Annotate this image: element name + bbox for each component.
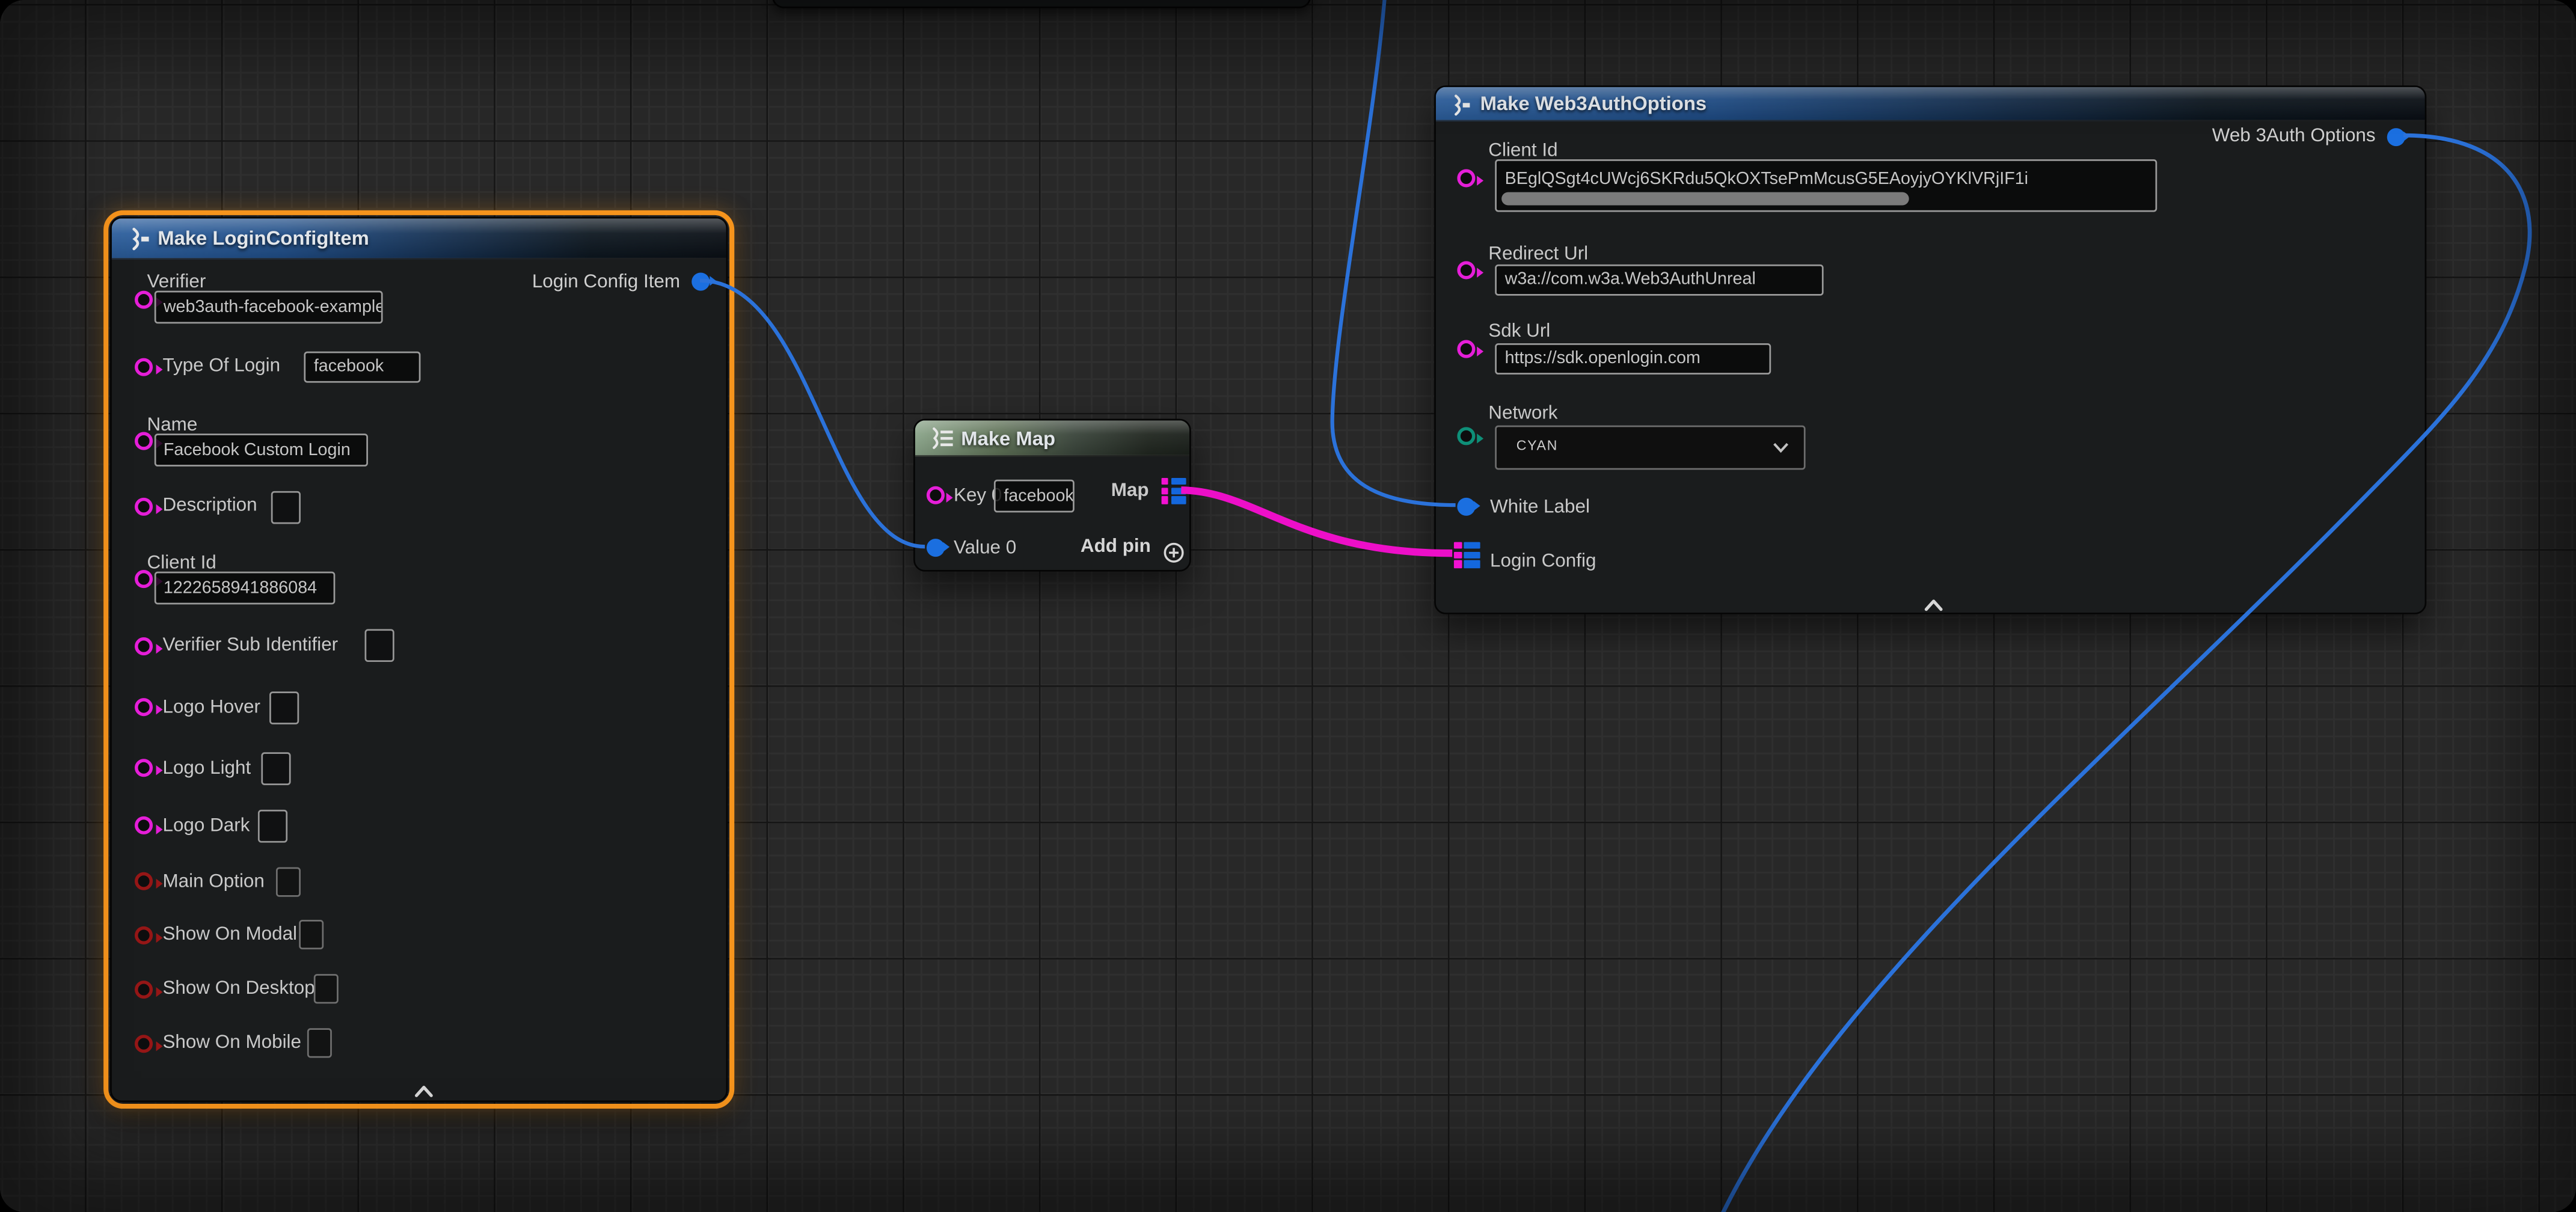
pin-label-main-option: Main Option [162, 871, 264, 891]
checkbox-show-on-desktop[interactable] [314, 974, 339, 1003]
field-name[interactable]: Facebook Custom Login [153, 433, 367, 467]
pin-client-id[interactable] [1456, 168, 1474, 186]
offscreen-node-bottom-edge[interactable] [772, 0, 1311, 8]
pin-label-verifier-sub-identifier: Verifier Sub Identifier [162, 636, 338, 656]
pin-label-type-of-login: Type Of Login [162, 357, 280, 376]
field-verifier[interactable]: web3auth-facebook-example [153, 291, 382, 324]
network-dropdown[interactable]: CYAN [1495, 426, 1805, 470]
node-header[interactable]: Make Web3AuthOptions [1436, 87, 2425, 121]
pin-redirect-url[interactable] [1456, 260, 1474, 278]
output-pin-login-config-item[interactable] [692, 273, 710, 291]
pin-show-on-mobile[interactable] [135, 1034, 153, 1052]
field-description-empty[interactable] [271, 491, 301, 524]
pin-show-on-modal[interactable] [135, 926, 153, 944]
pin-logo-light[interactable] [135, 759, 153, 777]
checkbox-main-option[interactable] [276, 866, 301, 896]
node-make-map[interactable]: Make Map Key 0 facebook Value 0 Map Add … [913, 419, 1191, 572]
pin-label-client-id: Client Id [147, 553, 216, 573]
pin-logo-dark[interactable] [135, 817, 153, 835]
make-struct-icon [126, 226, 151, 259]
pin-label-verifier: Verifier [147, 273, 206, 293]
pin-label-logo-light: Logo Light [162, 758, 251, 778]
output-pin-web3auth-options[interactable] [2386, 128, 2404, 146]
node-title: Make Map [961, 427, 1055, 450]
node-header[interactable]: Make Map [915, 420, 1189, 456]
field-redirect-url[interactable]: w3a://com.w3a.Web3AuthUnreal [1495, 265, 1823, 296]
pin-label-show-on-desktop: Show On Desktop [162, 979, 314, 999]
field-type-of-login[interactable]: facebook [304, 352, 420, 383]
output-pin-label: Web 3Auth Options [2212, 127, 2376, 147]
pin-verifier-sub-identifier[interactable] [135, 637, 153, 655]
output-pin-label: Login Config Item [532, 272, 680, 292]
checkbox-show-on-mobile[interactable] [307, 1028, 332, 1057]
field-client-id-text: BEglQSgt4cUWcj6SKRdu5QkOXTsePmMcusG5EAoy… [1505, 169, 2028, 189]
pin-label-client-id: Client Id [1488, 142, 1557, 162]
node-title: Make Web3AuthOptions [1480, 92, 1707, 115]
node-make-web3auth-options[interactable]: Make Web3AuthOptions Web 3Auth Options C… [1434, 85, 2426, 614]
pin-show-on-desktop[interactable] [135, 980, 153, 998]
field-verifier-sub-identifier-empty[interactable] [365, 629, 394, 663]
pin-key-0[interactable] [926, 486, 944, 504]
blueprint-editor: Make LoginConfigItem Login Config Item V… [0, 0, 2576, 1212]
network-dropdown-value: CYAN [1516, 437, 1558, 453]
collapse-chevron-icon[interactable] [414, 1077, 434, 1106]
pin-description[interactable] [135, 497, 153, 515]
node-header[interactable]: Make LoginConfigItem [112, 218, 726, 260]
pin-label-name: Name [147, 415, 198, 435]
checkbox-show-on-modal[interactable] [299, 920, 324, 949]
pin-label-description: Description [162, 496, 257, 516]
chevron-down-icon [1773, 442, 1789, 453]
pin-label-redirect-url: Redirect Url [1488, 244, 1588, 264]
blueprint-graph-canvas[interactable]: Make LoginConfigItem Login Config Item V… [0, 0, 2576, 1212]
node-make-login-config-item[interactable]: Make LoginConfigItem Login Config Item V… [110, 216, 728, 1102]
pin-login-config[interactable] [1454, 542, 1479, 568]
add-pin-label: Add pin [1081, 537, 1151, 557]
pin-label-sdk-url: Sdk Url [1488, 321, 1550, 341]
add-pin-button[interactable] [1163, 541, 1185, 571]
pin-sdk-url[interactable] [1456, 339, 1474, 357]
field-client-id[interactable]: 1222658941886084 [153, 571, 334, 604]
field-key-0[interactable]: facebook [994, 479, 1075, 512]
pin-label-network: Network [1488, 404, 1557, 424]
pin-label-show-on-modal: Show On Modal [162, 925, 297, 944]
pin-value-0[interactable] [926, 539, 944, 557]
make-map-icon [928, 427, 956, 456]
field-sdk-url[interactable]: https://sdk.openlogin.com [1495, 343, 1771, 375]
pin-logo-hover[interactable] [135, 698, 153, 716]
pin-main-option[interactable] [135, 872, 153, 890]
field-client-id-scrollbar[interactable] [1501, 192, 1909, 206]
pin-label-login-config: Login Config [1490, 551, 1596, 571]
wire-login-config-item-to-value0[interactable] [700, 281, 925, 547]
pin-type-of-login[interactable] [135, 357, 153, 375]
pin-label-logo-hover: Logo Hover [162, 697, 260, 717]
field-logo-hover-empty[interactable] [269, 691, 299, 724]
field-logo-dark-empty[interactable] [258, 810, 287, 843]
pin-label-show-on-mobile: Show On Mobile [162, 1033, 301, 1053]
collapse-chevron-icon[interactable] [1924, 592, 1943, 621]
wire-map-to-login-config[interactable] [1181, 490, 1452, 553]
field-logo-light-empty[interactable] [261, 751, 290, 785]
selection-border [103, 209, 734, 1109]
output-pin-label: Map [1111, 482, 1149, 502]
pin-label-white-label: White Label [1490, 497, 1590, 516]
field-client-id[interactable]: BEglQSgt4cUWcj6SKRdu5QkOXTsePmMcusG5EAoy… [1495, 159, 2157, 212]
pin-label-logo-dark: Logo Dark [162, 816, 250, 836]
pin-white-label[interactable] [1456, 498, 1474, 516]
pin-name[interactable] [135, 432, 153, 450]
make-struct-icon [1449, 93, 1472, 121]
node-title: Make LoginConfigItem [158, 226, 369, 249]
output-pin-map[interactable] [1161, 478, 1186, 504]
pin-label-value-0: Value 0 [954, 539, 1016, 559]
pin-client-id[interactable] [135, 570, 153, 588]
pin-network[interactable] [1456, 426, 1474, 444]
